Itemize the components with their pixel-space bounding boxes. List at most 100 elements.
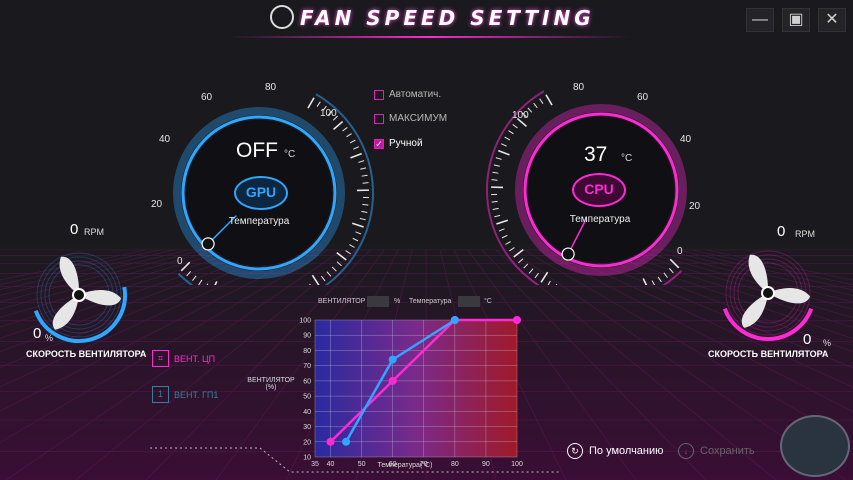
fan-curve-chart[interactable]: 10203040506070809010035 40 50 60 70 80 90 100	[285, 310, 530, 475]
cpu-tick-mark	[492, 207, 499, 210]
mode-checkbox[interactable]	[374, 89, 384, 100]
gpu-tick-label: 60	[201, 92, 213, 103]
cpu-tick-mark	[491, 200, 498, 203]
mode-checkbox[interactable]	[374, 113, 384, 124]
chart-series-point[interactable]	[326, 437, 335, 446]
watermark-logo	[780, 415, 850, 477]
chart-y-axis-label-line: ВЕНТИЛЯТОР	[247, 377, 295, 384]
cpu-fan-selector[interactable]: ⌗ ВЕНТ. ЦП	[152, 350, 215, 367]
cpu-tick-label: 80	[573, 82, 585, 93]
gpu-tick-mark	[321, 275, 326, 282]
reset-defaults-button[interactable]: ↻ По умолчанию	[567, 443, 663, 459]
cpu-tick-mark	[663, 272, 668, 278]
gpu-tick-mark	[358, 160, 365, 163]
chart-series-point[interactable]	[388, 355, 397, 364]
chart-y-tick-label: 40	[303, 409, 311, 416]
chart-y-axis-label-line: (%)	[265, 384, 277, 391]
mode-option-auto[interactable]: Автоматич.	[374, 89, 441, 100]
gpu-tick-mark	[309, 283, 311, 285]
cpu-temperature-gauge	[486, 90, 687, 285]
mode-checkbox[interactable]: ✓	[374, 138, 384, 149]
cpu-tick-label: 20	[689, 201, 701, 212]
minimize-button[interactable]: —	[746, 8, 774, 32]
save-button[interactable]: ↓ Сохранить	[678, 443, 755, 459]
gpu-tick-mark	[346, 133, 352, 138]
gpu-tick-mark	[331, 266, 337, 272]
cpu-tick-mark	[523, 263, 529, 269]
cpu-tick-mark	[491, 179, 498, 181]
chart-x-tick-label: 90	[482, 461, 490, 468]
cpu-tick-mark	[513, 249, 524, 258]
gpu-tick-mark	[361, 210, 368, 213]
gpu-tick-mark	[345, 250, 351, 255]
cpu-tick-mark	[651, 280, 656, 285]
chart-y-tick-label: 50	[303, 394, 311, 401]
right-fan-hub	[761, 286, 775, 300]
chart-temp-label: Температура	[409, 298, 452, 305]
gpu-tick-label: 80	[265, 82, 277, 93]
window-title: FAN SPEED SETTING	[300, 6, 595, 30]
gpu-tick-mark	[206, 283, 209, 285]
gpu-temperature-value: OFF	[236, 139, 278, 162]
cpu-tick-mark	[501, 234, 508, 239]
gpu-tick-label: 0	[177, 256, 183, 267]
gpu-tick-mark	[360, 167, 367, 170]
cpu-tick-label: 40	[680, 134, 692, 145]
cpu-tick-mark	[509, 247, 515, 252]
chart-series-point[interactable]	[513, 316, 521, 324]
mode-option-manual[interactable]: ✓ Ручной	[374, 138, 423, 149]
gpu-tick-mark	[333, 120, 344, 130]
chart-series-point[interactable]	[450, 316, 459, 324]
gpu-tick-mark	[214, 281, 218, 285]
left-fan-rpm-value: 0	[70, 221, 79, 238]
mode-option-label: МАКСИМУМ	[389, 113, 448, 124]
gpu-tick-mark	[352, 237, 359, 242]
gpu-tick-mark	[349, 244, 355, 248]
cpu-tick-mark	[496, 219, 509, 225]
chart-series-point[interactable]	[388, 376, 397, 385]
gpu-fan-selector[interactable]: 1 ВЕНТ. ГП1	[152, 386, 218, 403]
gpu-tick-mark	[362, 203, 369, 206]
cpu-tick-mark	[501, 143, 507, 147]
cpu-tick-mark	[494, 214, 501, 218]
maximize-button[interactable]: ▣	[782, 8, 810, 32]
gpu-temperature-caption: Температура	[228, 216, 290, 227]
gpu-tick-mark	[362, 182, 369, 184]
cpu-tick-mark	[495, 157, 502, 160]
gpu-tick-mark	[192, 275, 197, 281]
close-button[interactable]: ✕	[818, 8, 846, 32]
cpu-tick-mark	[534, 272, 539, 279]
gpu-tick-mark	[353, 146, 359, 150]
chart-series-point[interactable]	[342, 437, 351, 446]
chart-plot-area	[315, 320, 517, 457]
cpu-chip-icon: ⌗	[152, 350, 169, 367]
chart-y-tick-label: 100	[299, 318, 311, 325]
cpu-tick-mark	[668, 268, 674, 274]
gpu-tick-mark	[311, 274, 320, 285]
reset-defaults-label: По умолчанию	[589, 445, 664, 457]
gpu-tick-label: 20	[151, 199, 163, 210]
cpu-tick-mark	[547, 280, 551, 285]
cpu-tick-mark	[492, 171, 499, 174]
mode-option-max[interactable]: МАКСИМУМ	[374, 113, 447, 124]
cpu-fan-selector-label: ВЕНТ. ЦП	[174, 353, 216, 364]
gpu-temperature-gauge	[173, 93, 374, 285]
gpu-tick-label: 100	[320, 108, 337, 119]
left-fan-hub	[72, 288, 86, 302]
right-fan-rpm-value: 0	[777, 223, 786, 240]
app-logo-icon	[270, 5, 294, 29]
gpu-temperature-unit: °C	[284, 149, 296, 160]
cpu-tick-mark	[498, 228, 505, 232]
gpu-tick-mark	[198, 279, 203, 285]
right-fan-percent-value: 0	[803, 331, 812, 348]
cpu-tick-mark	[539, 98, 544, 104]
chart-y-tick-label: 80	[303, 348, 311, 355]
cpu-tick-mark	[545, 94, 553, 106]
cpu-chip-label: CPU	[572, 173, 626, 207]
chart-x-axis-label: Температура(°C)	[377, 462, 433, 469]
cpu-tick-mark	[528, 268, 534, 274]
save-label: Сохранить	[700, 445, 755, 457]
chart-x-tick-label: 40	[327, 461, 335, 468]
cpu-tick-mark	[657, 276, 662, 283]
gpu-tick-mark	[350, 152, 362, 159]
